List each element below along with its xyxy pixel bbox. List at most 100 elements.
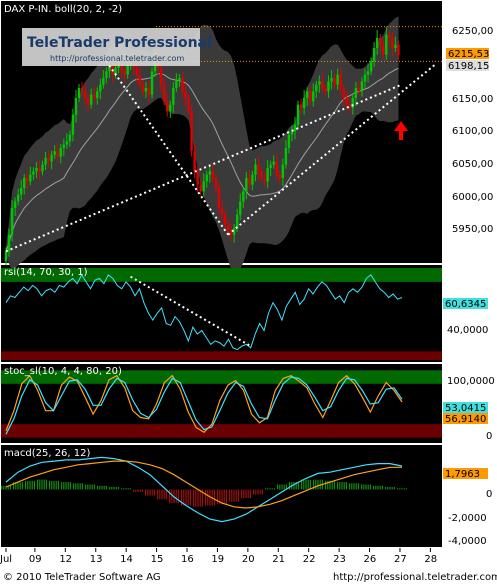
candle-body	[56, 151, 59, 157]
candle-body	[16, 194, 20, 202]
macd-tick-neg2: -2,0000	[448, 513, 487, 524]
candle-body	[220, 208, 224, 215]
candle-body	[287, 134, 291, 148]
candle-body	[193, 151, 196, 172]
candle-body	[26, 178, 29, 182]
candle-body	[38, 168, 41, 172]
candle-body	[242, 191, 245, 202]
stoch-oversold-zone	[1, 424, 442, 438]
stoch-tick-0: 0	[486, 431, 492, 442]
candle-body	[93, 94, 96, 98]
candle-body	[172, 88, 175, 105]
candle-body	[336, 74, 339, 85]
x-tick-label: 16	[181, 554, 194, 565]
chart-root: TeleTrader Professional http://professio…	[0, 0, 497, 585]
candle-body	[305, 91, 309, 98]
candle-body	[357, 88, 361, 92]
candle-body	[169, 104, 172, 112]
candle-body	[263, 178, 266, 182]
candle-body	[126, 64, 129, 75]
candle-body	[391, 38, 394, 48]
watermark-url: http://professional.teletrader.com	[50, 54, 184, 63]
candle-body	[339, 74, 342, 88]
candle-body	[309, 91, 312, 102]
candle-body	[257, 164, 260, 172]
stoch-title: stoc_sl(10, 4, 4, 80, 20)	[4, 366, 122, 377]
candle-body	[74, 98, 78, 115]
candle-body	[86, 98, 90, 105]
candle-body	[59, 148, 62, 157]
x-tick-label: 26	[364, 554, 377, 565]
candle-body	[372, 48, 376, 62]
candle-body	[327, 81, 330, 92]
candle-body	[354, 88, 358, 98]
candle-body	[32, 171, 35, 175]
candle-body	[360, 81, 364, 92]
stoch-tick-100: 100,0000	[447, 376, 495, 387]
candle-body	[369, 61, 373, 72]
price-tick-6150: 6150,00	[452, 94, 493, 105]
candle-body	[394, 44, 397, 48]
candle-body	[47, 158, 50, 162]
candle-body	[150, 71, 154, 95]
candle-body	[211, 171, 215, 178]
candle-body	[254, 164, 257, 175]
candle-body	[275, 161, 278, 175]
candle-body	[202, 181, 205, 192]
x-tick-label: 14	[120, 554, 133, 565]
candle-body	[13, 201, 17, 208]
candle-body	[141, 84, 145, 92]
x-tick-label: 22	[303, 554, 316, 565]
candle-body	[318, 81, 321, 85]
candle-body	[239, 201, 242, 215]
stoch-value-label: 53,0415	[445, 403, 486, 414]
candle-body	[20, 188, 23, 195]
candle-body	[187, 98, 190, 112]
candle-body	[342, 88, 345, 98]
candle-body	[205, 174, 208, 182]
x-tick-label: 09	[29, 554, 42, 565]
candle-body	[290, 131, 294, 135]
candle-body	[99, 84, 102, 92]
candle-body	[102, 78, 105, 85]
candle-body	[324, 88, 327, 92]
x-tick-label: 23	[333, 554, 346, 565]
macd-title: macd(25, 26, 12)	[4, 448, 91, 459]
macd-tick-neg4: -4,0000	[448, 536, 487, 547]
candle-body	[196, 171, 199, 185]
candle-body	[77, 88, 81, 98]
candle-body	[293, 124, 297, 132]
candle-body	[312, 91, 315, 102]
macd-tick-0: 0	[486, 489, 492, 500]
x-tick-label: 20	[242, 554, 255, 565]
x-tick-label: 13	[90, 554, 103, 565]
candle-body	[385, 34, 388, 55]
candle-body	[363, 74, 367, 82]
candle-body	[229, 231, 233, 235]
candle-body	[190, 111, 193, 152]
macd-value-label: 1,7963	[445, 469, 480, 480]
candle-body	[175, 81, 178, 88]
candle-body	[266, 168, 269, 182]
candle-body	[135, 68, 139, 75]
candle-body	[96, 91, 99, 98]
candle-body	[29, 174, 32, 182]
candle-body	[62, 144, 66, 148]
candle-body	[184, 91, 187, 98]
x-tick-label: 28	[424, 554, 437, 565]
candle-body	[248, 178, 251, 185]
candle-body	[159, 68, 163, 85]
candle-body	[366, 71, 370, 75]
candle-body	[321, 81, 324, 88]
candle-body	[89, 94, 93, 105]
candle-body	[80, 88, 84, 92]
candle-body	[10, 208, 14, 235]
candle-body	[65, 141, 69, 145]
candle-body	[375, 38, 379, 48]
candle-body	[166, 101, 169, 112]
candle-body	[144, 88, 148, 92]
rsi-tick-40: 40,0000	[447, 325, 488, 336]
rsi-value-label: 60,6345	[445, 299, 486, 310]
candle-body	[296, 104, 300, 125]
candle-body	[214, 178, 218, 188]
